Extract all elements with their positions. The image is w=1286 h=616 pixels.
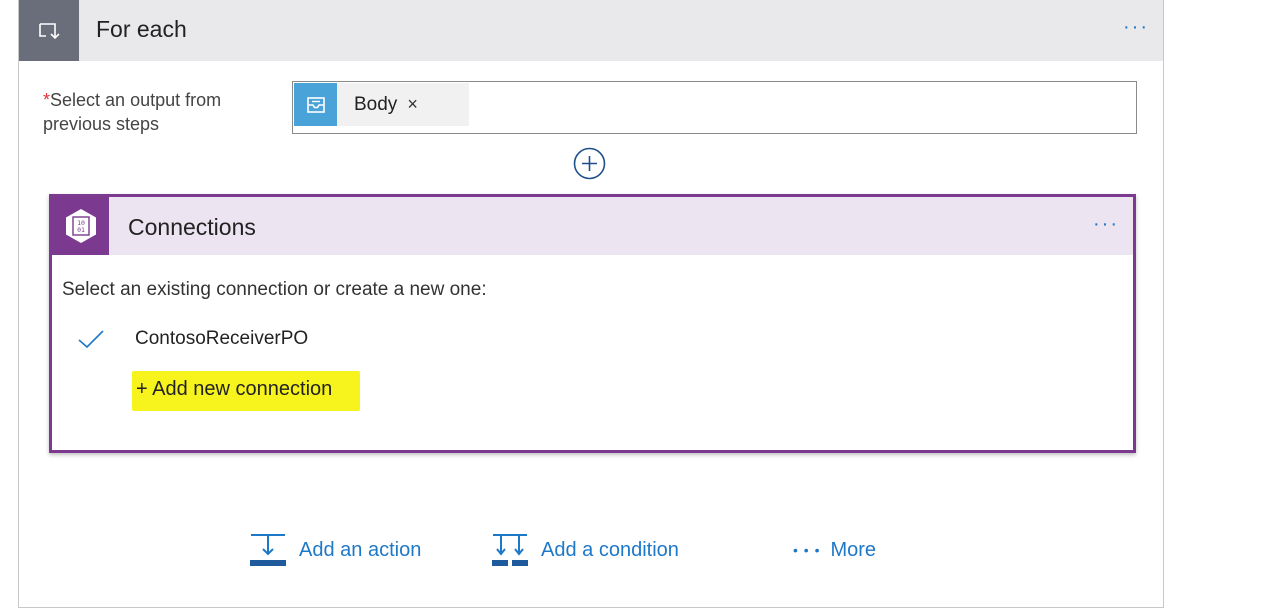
action-bar: Add an action Add a condition • • • More [19, 530, 1163, 570]
connections-title: Connections [128, 214, 256, 240]
add-condition-label: Add a condition [541, 538, 679, 561]
for-each-title: For each [96, 16, 187, 42]
token-remove-icon[interactable]: × [407, 94, 418, 115]
mail-token-icon [294, 83, 337, 126]
body-token[interactable]: Body × [294, 83, 469, 126]
checkmark-icon [78, 330, 104, 349]
for-each-more-menu[interactable]: ··· [1123, 16, 1149, 39]
add-condition-button[interactable]: Add a condition [491, 530, 679, 570]
token-label: Body [354, 93, 398, 115]
add-action-button[interactable]: Add an action [249, 530, 421, 570]
integration-account-icon: 10 01 [52, 197, 109, 255]
add-condition-icon [492, 534, 528, 566]
loop-icon [19, 0, 79, 61]
add-action-icon [250, 534, 286, 566]
svg-text:01: 01 [77, 226, 85, 234]
for-each-card: For each ··· *Select an output from prev… [18, 0, 1164, 608]
more-label: More [830, 538, 877, 561]
connections-more-menu[interactable]: ··· [1093, 213, 1119, 236]
output-input[interactable]: Body × [292, 81, 1137, 134]
connections-header[interactable]: 10 01 Connections ··· [52, 197, 1133, 255]
connection-item[interactable]: ContosoReceiverPO [78, 321, 478, 357]
add-action-label: Add an action [299, 538, 422, 561]
required-mark: * [43, 90, 51, 110]
more-dots-icon: • • • [793, 542, 821, 558]
output-field-label: *Select an output from previous steps [43, 88, 283, 136]
for-each-header[interactable]: For each ··· [19, 0, 1163, 61]
plus-circle-icon[interactable] [573, 147, 606, 180]
connection-name: ContosoReceiverPO [135, 328, 309, 349]
more-button[interactable]: • • • More [793, 530, 876, 570]
add-new-connection-label: + Add new connection [136, 378, 333, 400]
connections-card: 10 01 Connections ··· Select an existing… [49, 194, 1136, 453]
add-new-connection-link[interactable]: + Add new connection [132, 367, 362, 413]
output-field-label-text: Select an output from previous steps [43, 90, 222, 134]
connections-prompt: Select an existing connection or create … [62, 279, 487, 300]
